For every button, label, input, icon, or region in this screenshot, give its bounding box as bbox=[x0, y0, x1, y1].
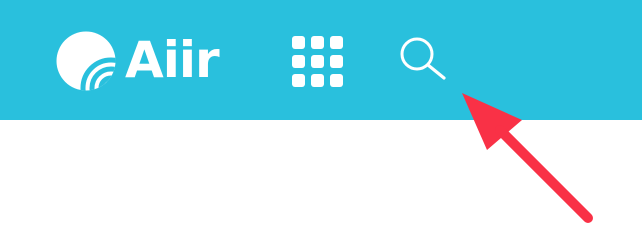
search-button[interactable] bbox=[396, 34, 450, 82]
aiir-logo-link[interactable]: Aiir bbox=[55, 30, 220, 92]
grid-apps-icon bbox=[292, 36, 343, 87]
apps-grid-button[interactable] bbox=[291, 35, 344, 88]
logo-wordmark: Aiir bbox=[125, 31, 220, 89]
wifi-signal-logo-icon bbox=[56, 31, 116, 91]
search-icon bbox=[400, 37, 446, 80]
top-header-bar: Aiir bbox=[0, 0, 642, 120]
annotation-arrow-shaft bbox=[495, 125, 593, 223]
